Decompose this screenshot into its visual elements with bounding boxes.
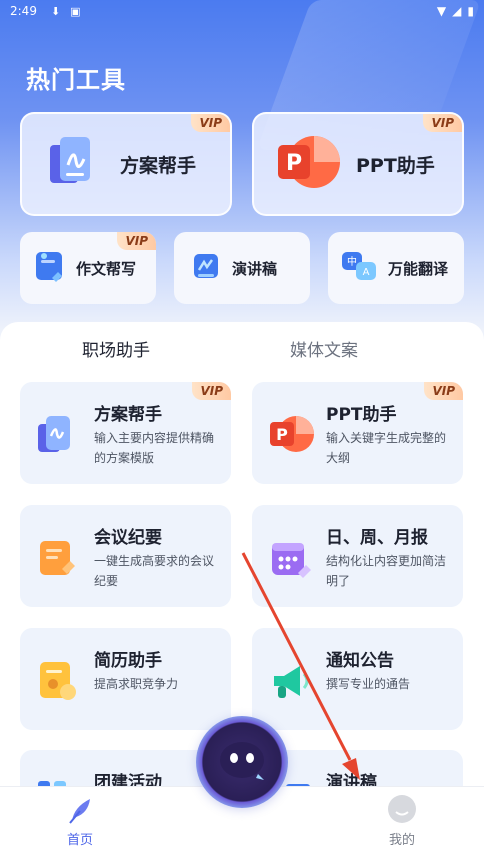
tool-card-notice[interactable]: 通知公告 撰写专业的通告 [252,628,463,730]
quick-tool-label: 作文帮写 [76,259,137,278]
feather-icon [64,799,96,829]
tool-description: 撰写专业的通告 [326,677,411,691]
featured-card-scheme[interactable]: 方案帮手 VIP [20,112,232,216]
page-title: 热门工具 [26,66,126,94]
status-time: 2:49 [10,4,37,18]
battery-icon: ▮ [467,4,474,18]
svg-text:A: A [363,267,370,278]
essay-icon [32,248,68,288]
notification-icon: ▣ [70,4,81,18]
tab-workplace[interactable]: 职场助手 [82,336,150,361]
tool-description: 一键生成高要求的会议纪要 [94,554,215,588]
vip-badge: VIP [424,382,463,400]
tool-card-ppt[interactable]: P PPT助手 输入关键字生成完整的大纲 VIP [252,382,463,484]
vip-badge: VIP [423,114,462,132]
tool-title: 日、周、月报 [326,528,428,548]
tool-description: 提高求职竞争力 [94,677,179,691]
status-bar: 2:49 ⬇ ▣ ▼ ◢ ▮ [0,0,484,22]
quick-tool-label: 万能翻译 [388,259,449,278]
tab-media[interactable]: 媒体文案 [290,336,358,361]
ppt-icon: P [276,131,342,197]
calendar-icon [268,537,314,583]
tool-description: 输入主要内容提供精确的方案模版 [94,431,215,465]
nav-home-label: 首页 [66,833,93,848]
nav-home[interactable]: 首页 [58,793,102,848]
speech-icon [188,248,224,288]
download-icon: ⬇ [50,4,61,18]
svg-text:P: P [276,425,288,444]
featured-label: 方案帮手 [120,154,197,177]
tool-description: 结构化让内容更加简洁明了 [326,554,447,588]
meeting-notes-icon [36,537,80,583]
ai-mascot-icon [220,742,264,780]
wifi-icon: ▼ [436,4,447,18]
svg-text:中: 中 [347,255,357,268]
tool-title: PPT助手 [326,405,397,425]
resume-icon [36,660,80,706]
tool-card-resume[interactable]: 简历助手 提高求职竞争力 [20,628,231,730]
tool-title: 方案帮手 [94,405,162,425]
ai-assistant-button[interactable] [196,716,288,808]
ppt-icon: P [268,414,316,458]
nav-mine-label: 我的 [388,833,415,848]
tool-card-scheme[interactable]: 方案帮手 输入主要内容提供精确的方案模版 VIP [20,382,231,484]
translate-icon: 中 A [340,248,380,288]
scheme-icon [36,414,80,458]
quick-tool-translate[interactable]: 中 A 万能翻译 [328,232,464,304]
megaphone-icon [268,660,314,706]
featured-card-ppt[interactable]: P PPT助手 VIP [252,112,464,216]
scheme-icon [44,131,106,197]
profile-icon [386,795,418,829]
svg-text:P: P [286,151,302,176]
tool-card-meeting[interactable]: 会议纪要 一键生成高要求的会议纪要 [20,505,231,607]
featured-label: PPT助手 [356,154,435,177]
tool-title: 会议纪要 [94,528,162,548]
quick-tool-speech[interactable]: 演讲稿 [174,232,310,304]
tool-title: 通知公告 [326,651,394,671]
vip-badge: VIP [117,232,156,250]
tool-card-report[interactable]: 日、周、月报 结构化让内容更加简洁明了 [252,505,463,607]
nav-mine[interactable]: 我的 [380,793,424,848]
vip-badge: VIP [192,382,231,400]
vip-badge: VIP [191,114,230,132]
signal-icon: ◢ [452,4,462,18]
tool-title: 简历助手 [94,651,162,671]
tool-description: 输入关键字生成完整的大纲 [326,431,447,465]
quick-tool-essay[interactable]: 作文帮写 VIP [20,232,156,304]
quick-tool-label: 演讲稿 [232,259,278,278]
